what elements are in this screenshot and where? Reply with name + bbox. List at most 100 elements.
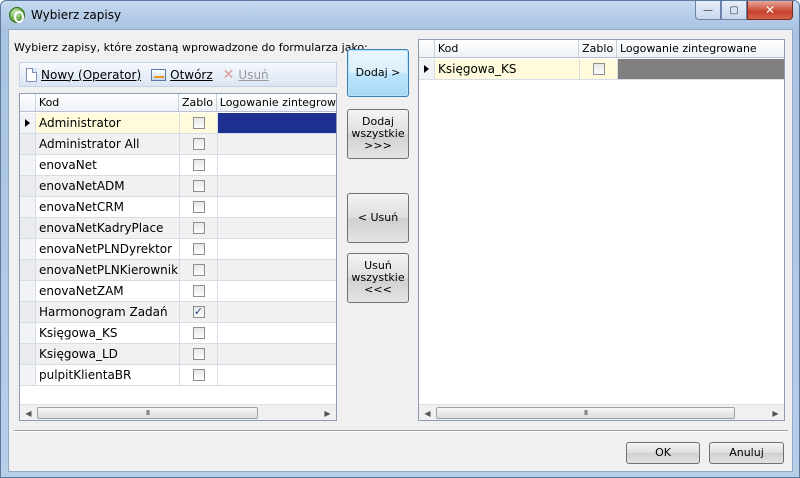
- scroll-thumb[interactable]: III: [37, 407, 258, 419]
- scroll-thumb[interactable]: III: [436, 407, 735, 419]
- row-indicator[interactable]: [20, 302, 36, 322]
- unchecked-checkbox[interactable]: [192, 180, 205, 192]
- checked-checkbox[interactable]: ✓: [192, 306, 205, 318]
- cell-kod[interactable]: Księgowa_LD: [36, 344, 180, 364]
- row-indicator[interactable]: [20, 176, 36, 196]
- cancel-button[interactable]: Anuluj: [709, 442, 784, 464]
- cell-kod[interactable]: enovaNetADM: [36, 176, 180, 196]
- scroll-right-icon[interactable]: ▶: [767, 405, 784, 420]
- unchecked-checkbox[interactable]: [192, 285, 205, 297]
- cell-logowanie[interactable]: [218, 323, 336, 343]
- table-row[interactable]: enovaNetPLNDyrektor: [20, 239, 336, 260]
- scroll-right-icon[interactable]: ▶: [319, 405, 336, 420]
- table-row[interactable]: enovaNetADM: [20, 176, 336, 197]
- column-header-kod[interactable]: Kod: [36, 94, 179, 111]
- cell-kod[interactable]: enovaNetPLNDyrektor: [36, 239, 180, 259]
- cell-logowanie[interactable]: [218, 281, 336, 301]
- remove-all-button[interactable]: Usuń wszystkie <<<: [347, 253, 409, 303]
- row-indicator[interactable]: [20, 218, 36, 238]
- row-indicator[interactable]: [419, 59, 435, 79]
- table-row[interactable]: enovaNet: [20, 155, 336, 176]
- selected-records-grid[interactable]: Kod Zablo Logowanie zintegrowane Księgow…: [418, 39, 785, 421]
- unchecked-checkbox[interactable]: [192, 138, 205, 150]
- cell-kod[interactable]: Administrator: [36, 113, 180, 133]
- cell-logowanie[interactable]: [218, 113, 336, 133]
- title-bar[interactable]: Wybierz zapisy — ▢ ✕: [1, 1, 799, 29]
- row-indicator[interactable]: [20, 281, 36, 301]
- column-header-logowanie[interactable]: Logowanie zintegrowane: [217, 94, 336, 111]
- unchecked-checkbox[interactable]: [592, 63, 605, 75]
- ok-button[interactable]: OK: [626, 442, 700, 464]
- new-operator-button[interactable]: Nowy (Operator): [26, 67, 141, 82]
- cell-logowanie[interactable]: [218, 197, 336, 217]
- horizontal-scrollbar[interactable]: ◀ III ▶: [20, 404, 336, 420]
- table-row[interactable]: enovaNetPLNKierownik: [20, 260, 336, 281]
- scroll-left-icon[interactable]: ◀: [20, 405, 37, 420]
- row-indicator[interactable]: [20, 113, 36, 133]
- table-row[interactable]: enovaNetZAM: [20, 281, 336, 302]
- row-indicator[interactable]: [20, 155, 36, 175]
- unchecked-checkbox[interactable]: [192, 243, 205, 255]
- remove-button[interactable]: < Usuń: [347, 193, 409, 243]
- cell-logowanie[interactable]: [218, 365, 336, 385]
- horizontal-scrollbar[interactable]: ◀ III ▶: [419, 404, 784, 420]
- cell-logowanie[interactable]: [218, 239, 336, 259]
- column-header-kod[interactable]: Kod: [435, 40, 580, 57]
- table-row[interactable]: pulpitKlientaBR: [20, 365, 336, 386]
- column-header-logowanie[interactable]: Logowanie zintegrowane: [617, 40, 784, 57]
- row-indicator[interactable]: [20, 239, 36, 259]
- table-row[interactable]: Księgowa_LD: [20, 344, 336, 365]
- cell-logowanie[interactable]: [218, 134, 336, 154]
- cell-kod[interactable]: enovaNetZAM: [36, 281, 180, 301]
- cell-kod[interactable]: pulpitKlientaBR: [36, 365, 180, 385]
- unchecked-checkbox[interactable]: [192, 222, 205, 234]
- cell-kod[interactable]: Harmonogram Zadań: [36, 302, 180, 322]
- row-indicator[interactable]: [20, 260, 36, 280]
- table-row[interactable]: Administrator: [20, 113, 336, 134]
- row-indicator[interactable]: [20, 323, 36, 343]
- cell-kod[interactable]: Administrator All: [36, 134, 180, 154]
- cell-kod[interactable]: enovaNetPLNKierownik: [36, 260, 180, 280]
- delete-button[interactable]: ✕ Usuń: [223, 68, 269, 82]
- table-row[interactable]: Księgowa_KS: [419, 59, 784, 80]
- column-header-zablokowany[interactable]: Zablo: [179, 94, 217, 111]
- cell-logowanie[interactable]: [218, 302, 336, 322]
- row-indicator[interactable]: [20, 365, 36, 385]
- column-header-zablokowany[interactable]: Zablo: [579, 40, 617, 57]
- cell-logowanie[interactable]: [618, 59, 784, 79]
- minimize-button[interactable]: —: [695, 1, 721, 20]
- unchecked-checkbox[interactable]: [192, 327, 205, 339]
- cell-kod[interactable]: Księgowa_KS: [435, 59, 580, 79]
- cell-kod[interactable]: enovaNetCRM: [36, 197, 180, 217]
- scroll-left-icon[interactable]: ◀: [419, 405, 436, 420]
- unchecked-checkbox[interactable]: [192, 369, 205, 381]
- unchecked-checkbox[interactable]: [192, 201, 205, 213]
- unchecked-checkbox[interactable]: [192, 117, 205, 129]
- cell-logowanie[interactable]: [218, 344, 336, 364]
- row-indicator[interactable]: [20, 197, 36, 217]
- add-button[interactable]: Dodaj >: [347, 49, 409, 97]
- maximize-button[interactable]: ▢: [721, 1, 747, 20]
- cell-logowanie[interactable]: [218, 155, 336, 175]
- open-button[interactable]: Otwórz: [151, 68, 213, 82]
- cell-kod[interactable]: Księgowa_KS: [36, 323, 180, 343]
- table-row[interactable]: enovaNetCRM: [20, 197, 336, 218]
- unchecked-checkbox[interactable]: [192, 348, 205, 360]
- add-all-button[interactable]: Dodaj wszystkie >>>: [347, 109, 409, 159]
- unchecked-checkbox[interactable]: [192, 159, 205, 171]
- cell-kod[interactable]: enovaNet: [36, 155, 180, 175]
- cell-logowanie[interactable]: [218, 176, 336, 196]
- cell-kod[interactable]: enovaNetKadryPlace: [36, 218, 180, 238]
- table-row[interactable]: Administrator All: [20, 134, 336, 155]
- cell-logowanie[interactable]: [218, 260, 336, 280]
- cell-logowanie[interactable]: [218, 218, 336, 238]
- unchecked-checkbox[interactable]: [192, 264, 205, 276]
- row-indicator[interactable]: [20, 344, 36, 364]
- row-indicator[interactable]: [20, 134, 36, 154]
- table-row[interactable]: Księgowa_KS: [20, 323, 336, 344]
- available-records-grid[interactable]: Kod Zablo Logowanie zintegrowane Adminis…: [19, 93, 337, 421]
- delete-label: Usuń: [238, 67, 269, 82]
- table-row[interactable]: Harmonogram Zadań ✓: [20, 302, 336, 323]
- table-row[interactable]: enovaNetKadryPlace: [20, 218, 336, 239]
- close-button[interactable]: ✕: [747, 1, 793, 20]
